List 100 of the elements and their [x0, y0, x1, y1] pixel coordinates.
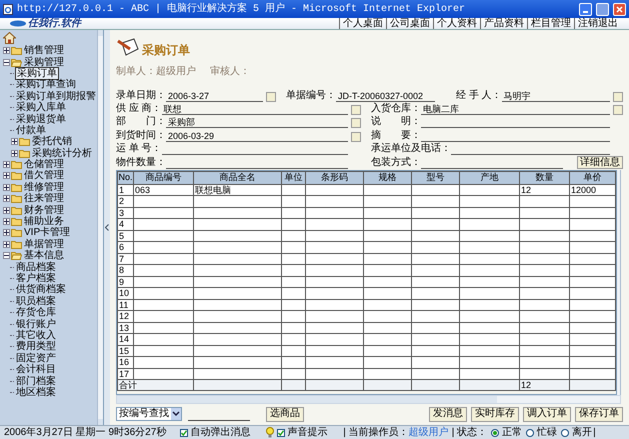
field-label: 供 应 商： [116, 103, 162, 116]
expand-toggle[interactable] [3, 240, 10, 248]
close-icon[interactable] [616, 6, 623, 12]
collapse-toggle[interactable] [3, 252, 10, 260]
tree-item[interactable]: 采购订单 [15, 66, 59, 80]
tree-item[interactable]: 费用类型 [15, 341, 57, 352]
state-label: | 状态： [452, 426, 488, 438]
expand-toggle[interactable] [3, 206, 10, 214]
nav-link[interactable]: 公司桌面 [386, 18, 433, 29]
action-button[interactable]: 发消息 [429, 406, 467, 422]
expand-toggle[interactable] [3, 195, 10, 202]
input-field[interactable]: 电脑二库 [421, 103, 610, 116]
open-folder-icon [11, 251, 22, 260]
tree-item[interactable]: 客户档案 [15, 273, 57, 284]
input-field[interactable]: JD-T-20060327-0002 [336, 90, 435, 102]
tree-item[interactable]: 采购订单到期报警 [15, 90, 97, 102]
detail-button[interactable]: 详细信息 [577, 156, 623, 169]
expand-toggle[interactable] [3, 229, 10, 236]
folder-icon [11, 160, 22, 170]
picker-button[interactable] [613, 92, 623, 102]
column-header: 单位 [282, 171, 306, 184]
table-cell: 合计 [118, 380, 194, 391]
tree-item[interactable]: 往来管理 [23, 193, 65, 204]
maximize-button[interactable] [596, 2, 609, 16]
tree-item[interactable]: 商品档案 [15, 262, 57, 273]
tree-item[interactable]: 固定资产 [15, 352, 57, 364]
tree-item[interactable]: 存货仓库 [15, 307, 57, 318]
nav-link[interactable]: 栏目管理 [527, 18, 574, 29]
tree-item[interactable]: 采购统计分析 [31, 148, 93, 159]
separator-mark: | [593, 426, 596, 438]
checkbox[interactable] [277, 428, 286, 436]
tree-item[interactable]: 部门档案 [15, 376, 57, 387]
input-field[interactable]: 采购部 [166, 116, 348, 128]
close-button[interactable] [613, 2, 626, 16]
expand-toggle[interactable] [3, 47, 10, 54]
radio-button[interactable] [561, 428, 570, 436]
tree-item[interactable]: 采购订单查询 [15, 79, 77, 90]
picker-button[interactable] [351, 132, 361, 142]
expand-toggle[interactable] [3, 218, 10, 226]
tree-item[interactable]: 销售管理 [23, 45, 65, 56]
nav-link[interactable]: 个人资料 [433, 18, 480, 29]
tree-item[interactable]: 采购入库单 [15, 102, 67, 114]
tree-item[interactable]: 职员档案 [15, 296, 57, 307]
tree-item[interactable]: 基本信息 [23, 250, 65, 262]
folder-icon [19, 148, 30, 158]
tree-item[interactable]: 单据管理 [23, 238, 65, 250]
minimize-button[interactable] [579, 2, 592, 16]
scrollbar[interactable] [617, 170, 621, 395]
picker-button[interactable] [351, 105, 361, 116]
nav-link[interactable]: 个人桌面 [339, 18, 386, 29]
tree-item[interactable]: 采购退货单 [15, 114, 67, 125]
search-mode-select[interactable]: 按编号查找 [116, 407, 182, 422]
tree-item[interactable]: 财务管理 [23, 204, 65, 216]
expand-toggle[interactable] [3, 184, 10, 191]
expand-toggle[interactable] [3, 161, 10, 168]
pick-goods-button[interactable]: 选商品 [266, 406, 304, 422]
column-header: 规格 [364, 171, 412, 184]
tree-item[interactable]: 地区档案 [15, 386, 57, 398]
tree-item[interactable]: 委托代销 [31, 136, 73, 148]
table-cell: 16 [118, 356, 134, 368]
operator-link[interactable]: 超级用户 [408, 426, 449, 438]
radio-button[interactable] [526, 428, 534, 436]
tree-item[interactable]: 维修管理 [23, 182, 65, 193]
expand-toggle[interactable] [11, 138, 18, 146]
column-header: No. [118, 171, 134, 184]
tree-item[interactable]: 仓储管理 [23, 159, 65, 170]
picker-button[interactable] [266, 92, 276, 102]
radio-label: 忙碌 [537, 426, 558, 438]
action-button[interactable]: 调入订单 [523, 406, 571, 422]
collapse-toggle[interactable] [3, 58, 10, 66]
radio-button[interactable] [491, 428, 500, 436]
tree-item[interactable]: 借欠管理 [23, 170, 65, 182]
nav-link[interactable]: 产品资料 [480, 18, 527, 29]
tree-item[interactable]: 供货商档案 [15, 284, 67, 296]
input-field[interactable]: 2006-03-29 [166, 130, 348, 142]
tree-item[interactable]: 银行账户 [15, 318, 57, 330]
picker-button[interactable] [613, 105, 623, 116]
input-field[interactable]: 马明宇 [502, 90, 610, 102]
expand-toggle[interactable] [11, 150, 18, 157]
tree-item[interactable]: 付款单 [15, 124, 47, 136]
tree-item[interactable]: 会计科目 [15, 364, 57, 376]
input-field[interactable]: 2006-3-27 [166, 90, 263, 102]
scrollbar[interactable] [97, 30, 104, 425]
expand-toggle[interactable] [3, 172, 10, 180]
checkbox[interactable] [180, 428, 188, 436]
action-button[interactable]: 实时库存 [471, 406, 519, 422]
nav-link[interactable]: 注销退出 [574, 18, 621, 29]
home-icon[interactable] [3, 32, 16, 44]
table-cell: 6 [118, 242, 134, 254]
input-field[interactable]: 联想 [162, 103, 348, 116]
field-label: 包装方式： [371, 156, 421, 169]
picker-button[interactable] [351, 118, 361, 128]
tree-item[interactable]: 辅助业务 [23, 216, 65, 228]
radio-label: 正常 [502, 426, 522, 438]
caret-icon[interactable] [171, 408, 181, 420]
folder-icon [19, 137, 30, 146]
tree-item[interactable]: VIP卡管理 [23, 227, 72, 238]
action-button[interactable]: 保存订单 [575, 406, 623, 422]
tree-item[interactable]: 其它收入 [15, 330, 57, 341]
tree-item[interactable]: 采购管理 [23, 56, 65, 68]
